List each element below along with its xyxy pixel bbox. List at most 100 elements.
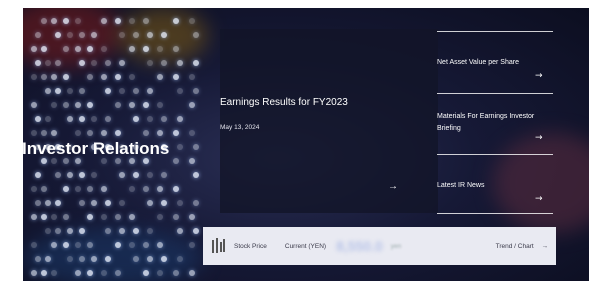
- divider: [437, 93, 553, 94]
- arrow-right-icon[interactable]: →: [535, 133, 543, 143]
- led-dot: [31, 186, 37, 192]
- arrow-right-icon[interactable]: →: [535, 71, 543, 81]
- led-dot: [157, 74, 163, 80]
- led-dot: [177, 88, 183, 94]
- led-dot: [193, 32, 199, 38]
- arrow-right-icon[interactable]: →: [542, 243, 549, 250]
- led-dot: [147, 88, 153, 94]
- arrow-right-icon[interactable]: →: [535, 194, 543, 204]
- led-dot: [143, 270, 149, 276]
- led-dot: [173, 74, 179, 80]
- side-link-net-asset-value[interactable]: Net Asset Value per Share: [437, 57, 557, 69]
- led-dot: [143, 130, 149, 136]
- divider: [437, 154, 553, 155]
- led-dot: [133, 172, 139, 178]
- led-dot: [41, 130, 47, 136]
- led-dot: [79, 172, 85, 178]
- led-dot: [87, 242, 93, 248]
- led-dot: [143, 242, 149, 248]
- led-dot: [91, 172, 97, 178]
- led-dot: [31, 214, 37, 220]
- led-dot: [51, 242, 57, 248]
- led-dot: [55, 32, 61, 38]
- led-dot: [87, 102, 93, 108]
- side-link-earnings-materials[interactable]: Materials For Earnings Investor Briefing: [437, 111, 539, 135]
- led-dot: [129, 74, 135, 80]
- led-dot: [105, 116, 111, 122]
- led-dot: [115, 102, 121, 108]
- led-dot: [45, 200, 51, 206]
- divider: [437, 213, 553, 214]
- led-dot: [133, 88, 139, 94]
- led-dot: [101, 130, 107, 136]
- led-dot: [41, 46, 47, 52]
- led-dot: [177, 200, 183, 206]
- led-dot: [51, 74, 57, 80]
- led-dot: [31, 46, 37, 52]
- led-dot: [67, 172, 73, 178]
- led-dot: [31, 270, 37, 276]
- led-dot: [193, 200, 199, 206]
- led-dot: [129, 186, 135, 192]
- led-dot: [147, 200, 153, 206]
- led-dot: [119, 172, 125, 178]
- stock-price-value: 8,550.0: [336, 238, 383, 254]
- led-dot: [147, 228, 153, 234]
- led-dot: [147, 116, 153, 122]
- led-dot: [45, 116, 51, 122]
- led-dot: [75, 18, 81, 24]
- led-dot: [41, 186, 47, 192]
- stock-price-bar[interactable]: Stock Price Current (YEN) 8,550.0 yen Tr…: [203, 227, 556, 265]
- led-dot: [75, 242, 81, 248]
- led-dot: [75, 102, 81, 108]
- bokeh-light: [23, 8, 123, 68]
- led-dot: [115, 18, 121, 24]
- led-dot: [51, 102, 57, 108]
- led-dot: [157, 102, 163, 108]
- led-dot: [105, 256, 111, 262]
- led-dot: [63, 186, 69, 192]
- led-dot: [51, 214, 57, 220]
- feature-card[interactable]: [220, 29, 438, 213]
- led-dot: [189, 102, 195, 108]
- led-dot: [193, 88, 199, 94]
- led-dot: [143, 46, 149, 52]
- led-dot: [101, 186, 107, 192]
- feature-card-date: May 13, 2024: [220, 124, 260, 131]
- led-dot: [45, 60, 51, 66]
- led-dot: [105, 60, 111, 66]
- led-dot: [55, 228, 61, 234]
- side-link-latest-news[interactable]: Latest IR News: [437, 180, 557, 192]
- led-dot: [101, 74, 107, 80]
- led-dot: [147, 256, 153, 262]
- led-dot: [31, 242, 37, 248]
- led-dot: [79, 228, 85, 234]
- led-dot: [157, 186, 163, 192]
- led-dot: [91, 116, 97, 122]
- trend-chart-link[interactable]: Trend / Chart →: [496, 243, 548, 250]
- led-dot: [75, 130, 81, 136]
- led-dot: [75, 186, 81, 192]
- led-dot: [147, 60, 153, 66]
- led-dot: [189, 18, 195, 24]
- feature-card-title[interactable]: Earnings Results for FY2023: [220, 97, 348, 108]
- led-dot: [67, 256, 73, 262]
- feature-card-arrow-icon[interactable]: →: [388, 181, 398, 192]
- led-dot: [115, 242, 121, 248]
- led-dot: [157, 270, 163, 276]
- page-title: Investor Relations: [22, 139, 170, 158]
- led-dot: [35, 116, 41, 122]
- led-dot: [143, 186, 149, 192]
- led-dot: [173, 18, 179, 24]
- led-dot: [129, 18, 135, 24]
- led-dot: [63, 74, 69, 80]
- led-dot: [133, 32, 139, 38]
- led-dot: [157, 242, 163, 248]
- trend-chart-label[interactable]: Trend / Chart: [496, 243, 534, 250]
- led-dot: [147, 172, 153, 178]
- led-dot: [161, 60, 167, 66]
- led-dot: [129, 214, 135, 220]
- led-dot: [177, 60, 183, 66]
- led-dot: [119, 88, 125, 94]
- stock-price-label: Stock Price: [234, 242, 267, 250]
